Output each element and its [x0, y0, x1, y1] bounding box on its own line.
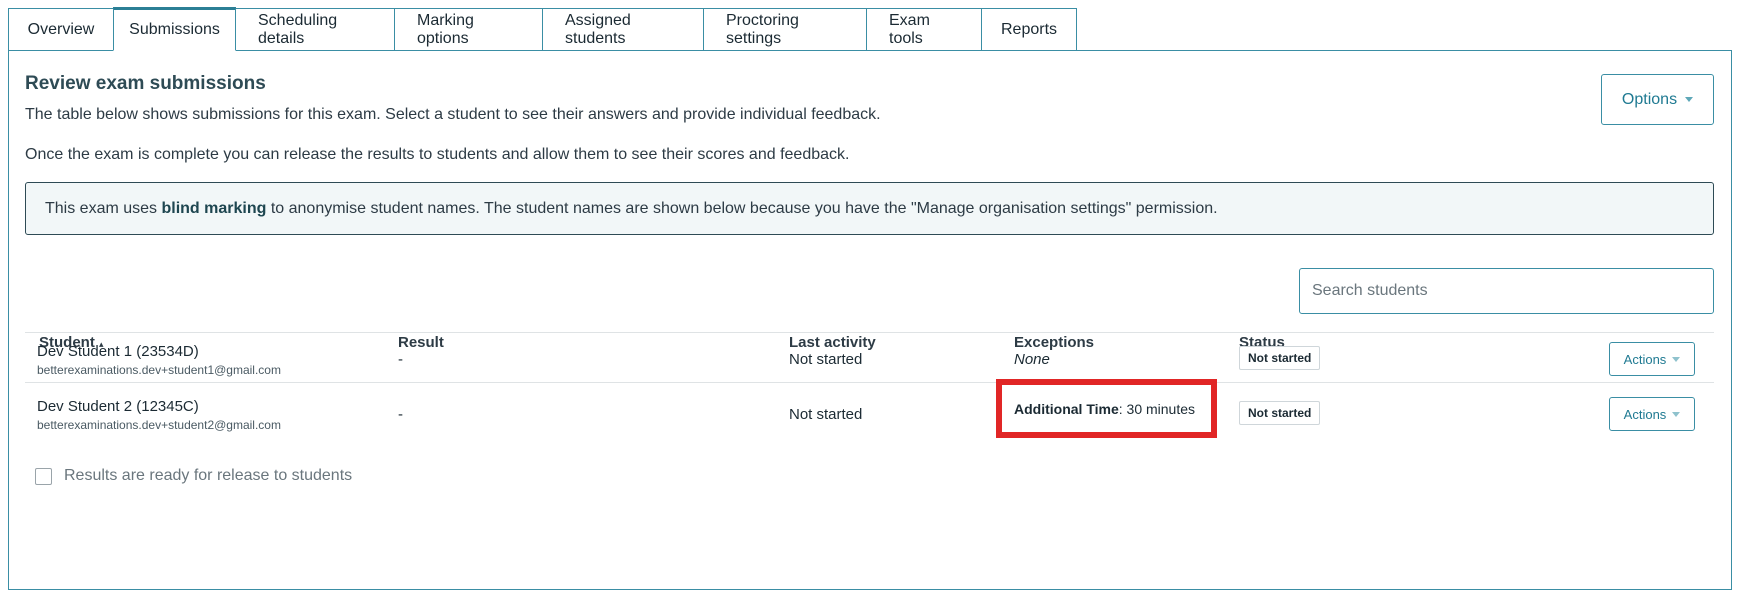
- student-name[interactable]: Dev Student 1 (23534D): [37, 343, 281, 360]
- result-value: -: [398, 406, 403, 423]
- tab-proctoring-settings[interactable]: Proctoring settings: [703, 8, 867, 51]
- tab-overview[interactable]: Overview: [8, 8, 114, 51]
- chevron-down-icon: [1685, 97, 1694, 102]
- notice-text-after: to anonymise student names. The student …: [266, 199, 1218, 217]
- table-row-student-2[interactable]: Dev Student 2 (12345C) betterexamination…: [37, 398, 281, 432]
- exceptions-value: None: [1014, 351, 1050, 368]
- tab-submissions[interactable]: Submissions: [113, 7, 236, 51]
- status-badge: Not started: [1239, 401, 1321, 425]
- student-name[interactable]: Dev Student 2 (12345C): [37, 398, 281, 415]
- last-activity-value: Not started: [789, 406, 863, 423]
- tab-assigned-students[interactable]: Assigned students: [542, 8, 704, 51]
- actions-button-label: Actions: [1623, 351, 1667, 367]
- page-description: The table below shows submissions for th…: [25, 106, 881, 123]
- column-header-result: Result: [398, 334, 444, 351]
- result-value: -: [398, 351, 403, 368]
- student-email: betterexaminations.dev+student1@gmail.co…: [37, 363, 281, 377]
- options-button-label: Options: [1621, 90, 1678, 108]
- release-results-label[interactable]: Results are ready for release to student…: [64, 467, 352, 485]
- actions-button-label: Actions: [1623, 406, 1667, 422]
- exception-label: Additional Time: [1014, 400, 1119, 417]
- exception-value: : 30 minutes: [1118, 400, 1196, 417]
- tab-reports[interactable]: Reports: [981, 8, 1077, 51]
- exception-highlight: Additional Time: 30 minutes: [996, 379, 1217, 438]
- tab-marking-options[interactable]: Marking options: [394, 8, 543, 51]
- student-email: betterexaminations.dev+student2@gmail.co…: [37, 418, 281, 432]
- search-students-input[interactable]: [1299, 268, 1714, 314]
- page-title: Review exam submissions: [25, 73, 266, 94]
- header-divider: [25, 332, 1714, 333]
- table-row-student-1[interactable]: Dev Student 1 (23534D) betterexamination…: [37, 343, 281, 377]
- tab-scheduling-details[interactable]: Scheduling details: [235, 8, 395, 51]
- last-activity-value: Not started: [789, 351, 863, 368]
- actions-button[interactable]: Actions: [1609, 342, 1695, 376]
- actions-button[interactable]: Actions: [1609, 397, 1695, 431]
- column-header-last-activity: Last activity: [789, 334, 876, 351]
- tab-exam-tools[interactable]: Exam tools: [866, 8, 982, 51]
- column-header-exceptions: Exceptions: [1014, 334, 1095, 351]
- release-results-option[interactable]: Results are ready for release to student…: [35, 467, 352, 485]
- options-button[interactable]: Options: [1601, 74, 1714, 125]
- chevron-down-icon: [1672, 356, 1681, 362]
- release-results-checkbox[interactable]: [35, 467, 52, 485]
- chevron-down-icon: [1672, 411, 1681, 417]
- status-badge: Not started: [1239, 346, 1321, 370]
- row-divider: [25, 382, 1714, 383]
- notice-blind-marking: blind marking: [161, 199, 267, 217]
- submissions-panel: Review exam submissions The table below …: [8, 50, 1732, 590]
- exam-tabs: Overview Submissions Scheduling details …: [8, 7, 1077, 51]
- notice-text-before: This exam uses: [45, 199, 162, 217]
- release-description: Once the exam is complete you can releas…: [25, 146, 850, 163]
- blind-marking-notice: This exam uses blind marking to anonymis…: [25, 182, 1714, 235]
